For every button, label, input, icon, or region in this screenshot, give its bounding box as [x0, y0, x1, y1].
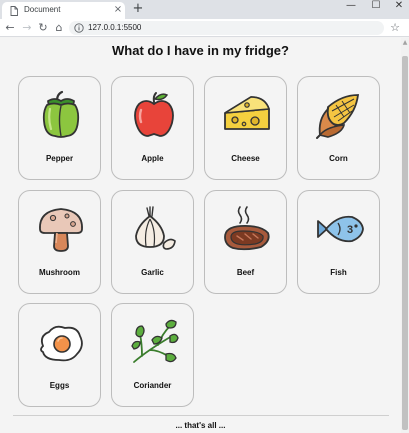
home-button[interactable]: ⌂ [53, 22, 65, 34]
tab-close-icon[interactable]: × [113, 4, 123, 16]
garlic-icon [135, 206, 176, 250]
fish-icon: 3 [317, 215, 364, 243]
fried-egg-icon [40, 325, 83, 362]
browser-toolbar: ← → ↻ ⌂ 127.0.0.1:5500 ☆ [0, 19, 409, 37]
browser-tab[interactable]: Document × [2, 2, 125, 19]
food-card-corn[interactable]: Corn [297, 76, 380, 180]
food-label: Mushroom [39, 268, 80, 277]
food-card-coriander[interactable]: Coriander [111, 303, 194, 407]
vertical-scrollbar[interactable]: ▲ [401, 38, 409, 433]
page-title: What do I have in my fridge? [112, 43, 289, 58]
page-viewport: What do I have in my fridge? Pepper Appl… [0, 38, 409, 433]
svg-text:3: 3 [347, 224, 353, 236]
maximize-button[interactable]: ☐ [364, 0, 388, 14]
minimize-button[interactable]: — [339, 0, 363, 14]
apple-icon [134, 92, 174, 137]
food-label: Coriander [133, 381, 172, 390]
food-card-apple[interactable]: Apple [111, 76, 194, 180]
food-label: Corn [329, 154, 348, 163]
food-card-garlic[interactable]: Garlic [111, 190, 194, 294]
close-window-button[interactable]: ✕ [387, 0, 409, 14]
steak-icon [224, 206, 270, 251]
footer-divider [13, 415, 389, 416]
food-label: Eggs [49, 381, 70, 390]
food-card-mushroom[interactable]: Mushroom [18, 190, 101, 294]
food-label: Beef [236, 268, 255, 277]
new-tab-button[interactable]: + [131, 2, 145, 16]
food-label: Apple [141, 154, 164, 163]
cheese-icon [224, 96, 270, 130]
scrollbar-thumb[interactable] [402, 56, 408, 430]
info-icon[interactable] [74, 23, 84, 33]
address-bar[interactable]: 127.0.0.1:5500 [69, 21, 384, 35]
forward-button[interactable]: → [21, 22, 33, 34]
food-label: Fish [330, 268, 347, 277]
scroll-up-arrow-icon[interactable]: ▲ [402, 40, 408, 46]
reload-button[interactable]: ↻ [37, 22, 49, 34]
tab-strip: Document × + — ☐ ✕ [0, 0, 409, 19]
back-button[interactable]: ← [4, 22, 16, 34]
bell-pepper-icon [42, 90, 80, 138]
food-label: Cheese [231, 154, 260, 163]
bookmark-star-icon[interactable]: ☆ [389, 21, 401, 34]
food-card-pepper[interactable]: Pepper [18, 76, 101, 180]
food-card-beef[interactable]: Beef [204, 190, 287, 294]
mushroom-icon [39, 208, 83, 252]
food-card-fish[interactable]: 3 Fish [297, 190, 380, 294]
coriander-icon [131, 319, 179, 363]
tab-title: Document [24, 5, 61, 14]
document-icon [10, 6, 18, 16]
food-label: Garlic [141, 268, 164, 277]
corn-icon [316, 94, 360, 139]
food-card-eggs[interactable]: Eggs [18, 303, 101, 407]
food-card-cheese[interactable]: Cheese [204, 76, 287, 180]
footer-text: ... that's all ... [175, 421, 226, 430]
food-label: Pepper [45, 154, 74, 163]
url-text: 127.0.0.1:5500 [88, 23, 142, 32]
